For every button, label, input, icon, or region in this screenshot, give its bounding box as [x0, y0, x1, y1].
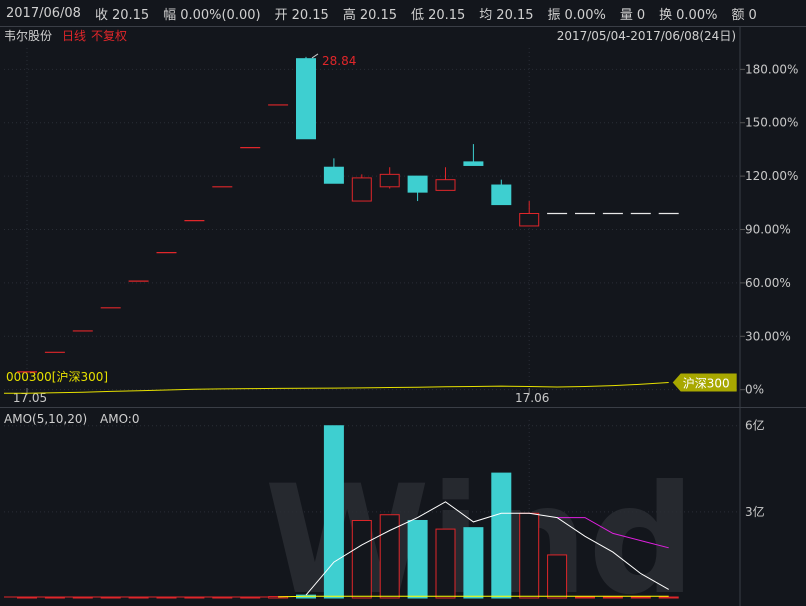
volume-bar	[602, 596, 623, 599]
candle-body	[351, 177, 372, 202]
adjust-label: 不复权	[91, 29, 127, 43]
volume-y-tick-label: 6亿	[745, 418, 765, 433]
candle-body	[435, 179, 456, 191]
main-y-tick-label: 150.00%	[745, 116, 798, 130]
index-line	[4, 382, 669, 394]
date-range-label: 2017/05/04-2017/06/08(24日)	[557, 29, 736, 43]
stock-name: 韦尔股份	[4, 28, 52, 43]
candle-body	[296, 58, 316, 140]
volume-bar	[407, 519, 428, 599]
volume-bar	[435, 528, 456, 599]
volume-bar	[491, 472, 512, 599]
volume-bar	[575, 596, 595, 599]
main-y-tick-label: 180.00%	[745, 62, 798, 76]
candle-body	[407, 175, 428, 193]
main-y-tick-label: 90.00%	[745, 223, 791, 237]
chart-canvas[interactable]: 0% 30.00% 60.00% 90.00% 120.00% 150.00% 180.00…	[0, 0, 806, 606]
main-y-tick-label: 0%	[745, 383, 764, 397]
volume-bar	[630, 596, 651, 599]
volume-bar	[547, 554, 568, 599]
volume-bar	[519, 512, 540, 599]
main-y-tick-label: 60.00%	[745, 276, 791, 290]
max-value-label: 28.84	[322, 54, 356, 68]
volume-bar	[323, 425, 344, 599]
x-tick-label: 17.06	[515, 391, 549, 405]
candle-body	[519, 212, 540, 227]
candle-body	[463, 161, 484, 166]
volume-bar	[463, 527, 484, 599]
period-label: 日线	[62, 29, 86, 43]
candle-body	[323, 166, 344, 184]
index-tag-label: 沪深300	[683, 377, 730, 391]
candle-body	[491, 184, 512, 206]
volume-indicator-title: AMO(5,10,20)	[4, 412, 87, 426]
volume-indicator-value: AMO:0	[100, 412, 139, 426]
main-y-tick-label: 120.00%	[745, 169, 798, 183]
candle-body	[379, 173, 400, 188]
max-label-pointer	[311, 53, 319, 59]
main-y-tick-label: 30.00%	[745, 329, 791, 343]
volume-y-tick-label: 3亿	[745, 504, 765, 519]
volume-bar	[658, 596, 679, 599]
volume-bar	[351, 519, 372, 599]
